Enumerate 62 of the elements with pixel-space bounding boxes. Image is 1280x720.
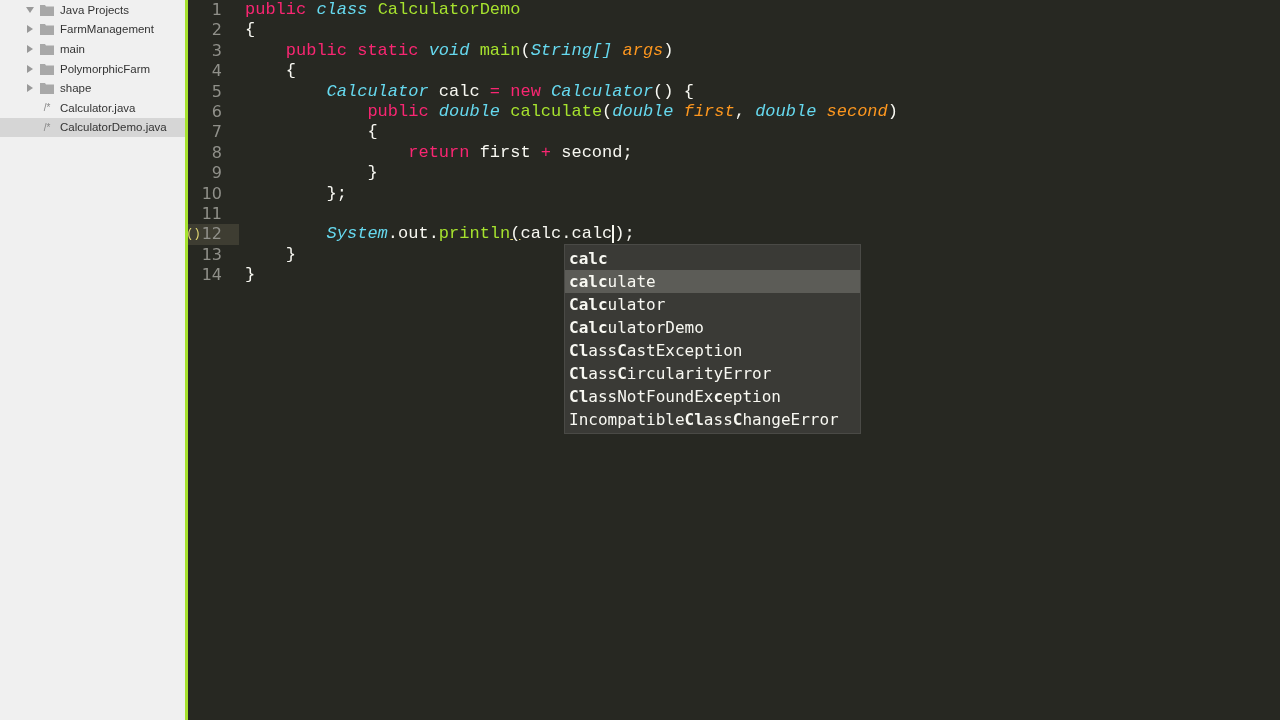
line-number: 7: [211, 122, 222, 143]
file-icon: /*: [40, 121, 54, 133]
code-line: }: [244, 265, 256, 286]
item-label: PolymorphicFarm: [60, 62, 151, 75]
folder-icon: [40, 23, 54, 36]
line-number: 4: [211, 61, 222, 82]
code-line: {: [284, 61, 296, 82]
code-line: };: [325, 183, 348, 204]
caret-right-icon[interactable]: [26, 84, 34, 93]
caret-right-icon[interactable]: [26, 45, 34, 53]
line-number: 14: [201, 265, 222, 286]
code-line: }: [366, 163, 378, 184]
folder-item[interactable]: PolymorphicFarm: [0, 58, 185, 79]
line-number: 2: [211, 20, 222, 41]
folder-icon: [40, 3, 54, 16]
folder-item[interactable]: FarmManagement: [0, 19, 185, 40]
caret-down-icon[interactable]: [26, 5, 34, 14]
code-line: }: [284, 244, 296, 266]
line-number: 6: [211, 101, 222, 123]
item-label: Java Projects: [60, 3, 130, 16]
caret-right-icon[interactable]: [26, 25, 34, 34]
file-icon: /*: [40, 102, 54, 114]
folder-icon: [40, 82, 54, 95]
completion-item[interactable]: calc: [565, 247, 860, 270]
completion-item[interactable]: Calculator: [565, 293, 860, 316]
line-number: 9: [211, 163, 222, 184]
completion-item[interactable]: calculate: [565, 270, 860, 293]
completion-item[interactable]: ClassCastException: [565, 339, 860, 362]
code-line: {: [244, 20, 256, 41]
line-number: 13: [201, 244, 222, 266]
bracket-marker: (): [186, 226, 201, 244]
code-line: Calculator calc = new Calculator() {: [325, 81, 694, 102]
folder-icon: [40, 43, 54, 55]
completion-item[interactable]: ClassNotFoundException: [565, 385, 860, 408]
line-number: 1: [211, 0, 222, 21]
folder-item[interactable]: main: [0, 39, 185, 59]
file-item[interactable]: /* Calculator.java: [0, 97, 185, 118]
item-label: main: [60, 43, 85, 55]
code-line: return first + second;: [407, 142, 633, 164]
completion-item[interactable]: IncompatibleClassChangeError: [565, 408, 860, 431]
line-number: 3: [211, 40, 222, 62]
code-line: public static void main(String[] args): [284, 40, 674, 62]
code-line: System.out.println(calc.calc);: [325, 224, 635, 245]
line-number: 11: [201, 203, 222, 225]
code-line: public class CalculatorDemo: [244, 0, 521, 21]
line-number: 8: [211, 142, 222, 164]
line-number: 5: [211, 81, 222, 102]
item-label: FarmManagement: [60, 23, 154, 36]
line-number: 10: [201, 183, 222, 204]
line-number: 12: [201, 224, 222, 245]
caret-right-icon[interactable]: [26, 64, 34, 73]
code-line: {: [366, 122, 378, 143]
item-label: Calculator.java: [60, 101, 136, 114]
item-label: CalculatorDemo.java: [60, 121, 167, 134]
folder-icon: [40, 62, 54, 75]
file-item[interactable]: /* CalculatorDemo.java: [0, 117, 185, 138]
folder-item[interactable]: shape: [0, 78, 185, 98]
code-line: public double calculate(double first, double second): [366, 101, 898, 123]
completion-item[interactable]: ClassCircularityError: [565, 362, 860, 385]
item-label: shape: [60, 82, 92, 95]
completion-item[interactable]: CalculatorDemo: [565, 316, 860, 339]
folder-item[interactable]: Java Projects: [0, 0, 185, 20]
